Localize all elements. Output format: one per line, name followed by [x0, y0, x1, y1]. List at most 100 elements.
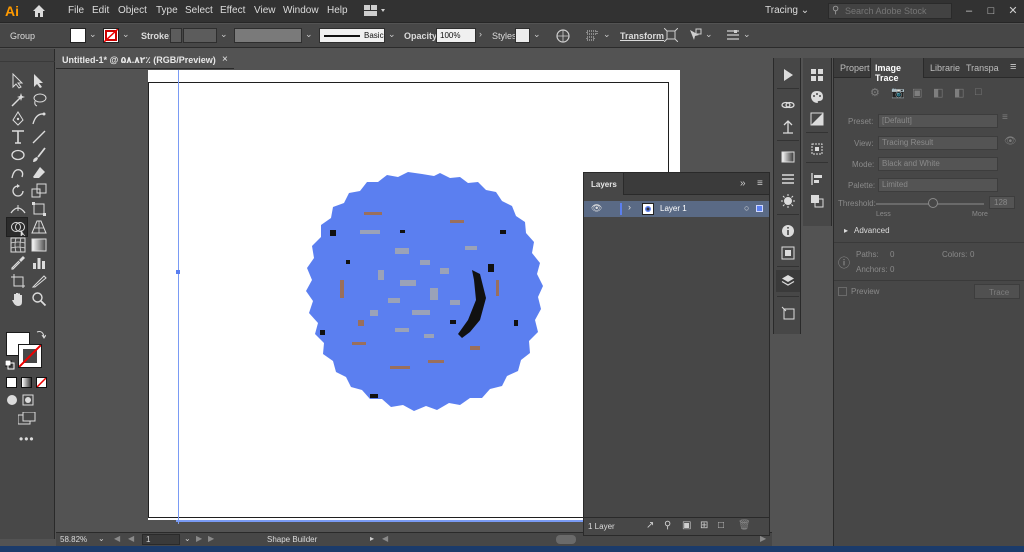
scale-tool-icon[interactable]	[31, 183, 47, 199]
shape-builder-tool-selected[interactable]	[6, 217, 28, 237]
opacity-input[interactable]: 100%	[436, 28, 476, 43]
traced-artwork[interactable]	[300, 170, 545, 415]
menu-effect[interactable]: Effect	[220, 5, 245, 16]
type-tool-icon[interactable]	[10, 129, 26, 145]
brush-definition[interactable]: Basic	[319, 28, 385, 43]
zoom-tool-icon[interactable]	[31, 291, 47, 307]
menu-type[interactable]: Type	[156, 5, 178, 16]
chevron-down-icon[interactable]: ⌄	[705, 29, 713, 40]
graphic-style-swatch[interactable]	[515, 28, 530, 43]
view-eye-icon[interactable]: 👁	[1004, 136, 1017, 147]
selection-tool-icon[interactable]	[10, 72, 26, 89]
direct-selection-tool-icon[interactable]	[31, 73, 47, 89]
recolor-artwork-icon[interactable]	[556, 29, 570, 43]
chevron-down-icon[interactable]: ⌄	[603, 29, 611, 40]
change-screen-mode-icon[interactable]	[17, 411, 36, 425]
high-color-icon[interactable]: 📷	[891, 86, 905, 99]
eraser-tool-icon[interactable]	[31, 165, 47, 181]
align-panel-icon[interactable]	[810, 172, 824, 186]
line-segment-tool-icon[interactable]	[31, 129, 47, 145]
artboard-navigation-input[interactable]: 1	[142, 534, 180, 545]
advanced-toggle[interactable]: Advanced	[854, 226, 890, 235]
view-select[interactable]: Tracing Result	[878, 136, 998, 150]
layer-name[interactable]: Layer 1	[660, 204, 687, 213]
stroke-color-swatch[interactable]	[18, 344, 42, 368]
tab-libraries[interactable]: Librarie	[930, 63, 960, 73]
close-tab-icon[interactable]: ×	[222, 54, 228, 65]
black-white-icon[interactable]: ◧	[954, 86, 964, 99]
tab-transparency[interactable]: Transpa	[966, 63, 999, 73]
layer-row[interactable]: 👁 › Layer 1 ○	[584, 201, 769, 217]
last-artboard-icon[interactable]: ▶	[208, 534, 214, 543]
chevron-down-icon[interactable]: ⌄	[98, 534, 105, 543]
stroke-weight-input[interactable]	[183, 28, 217, 43]
preset-select[interactable]: [Default]	[878, 114, 998, 128]
export-icon[interactable]: ↗	[646, 520, 654, 531]
trash-icon[interactable]: 🗑	[738, 520, 751, 531]
width-tool-icon[interactable]	[10, 201, 26, 217]
column-graph-tool-icon[interactable]	[31, 255, 47, 271]
selection-indicator[interactable]	[756, 205, 763, 212]
ellipse-tool-icon[interactable]	[10, 147, 26, 163]
panel-menu-icon[interactable]: ≡	[1010, 61, 1016, 73]
symbols-icon[interactable]	[781, 120, 795, 134]
chevron-down-icon[interactable]: ⌄	[743, 29, 751, 40]
trace-button[interactable]: Trace	[974, 284, 1020, 299]
next-artboard-icon[interactable]: ▶	[196, 534, 202, 543]
document-tab[interactable]: Untitled-1* @ ۵۸.۸۲٪ (RGB/Preview) ×	[56, 51, 234, 69]
hand-tool-icon[interactable]	[10, 291, 26, 307]
chevron-down-icon[interactable]: ⌄	[220, 29, 228, 40]
expand-layer-icon[interactable]: ›	[628, 202, 631, 212]
outline-icon[interactable]: □	[975, 86, 982, 98]
previous-artboard-icon[interactable]: ◀	[128, 534, 134, 543]
palette-select[interactable]: Limited	[878, 178, 998, 192]
menu-window[interactable]: Window	[283, 5, 319, 16]
chevron-down-icon[interactable]: ⌄	[388, 29, 396, 40]
align-icon[interactable]	[586, 29, 602, 43]
preview-checkbox[interactable]	[838, 287, 847, 296]
gradient-tool-icon[interactable]	[31, 237, 47, 253]
threshold-input[interactable]: 128	[989, 196, 1015, 209]
maximize-icon[interactable]: □	[984, 4, 998, 18]
draw-behind-icon[interactable]	[22, 394, 34, 406]
grayscale-icon[interactable]: ◧	[933, 86, 943, 99]
pen-tool-icon[interactable]	[10, 111, 26, 127]
workspace-switcher[interactable]: Tracing ⌄	[765, 5, 809, 16]
clipping-mask-icon[interactable]: ▣	[682, 520, 691, 531]
stroke-swatch[interactable]	[103, 28, 119, 43]
panel-options-icon[interactable]	[726, 28, 740, 42]
locate-object-icon[interactable]: ⚲	[664, 520, 671, 531]
artboards-panel-icon[interactable]	[781, 306, 795, 320]
search-box[interactable]: ⚲	[828, 3, 952, 19]
magic-wand-tool-icon[interactable]	[10, 92, 26, 108]
menu-select[interactable]: Select	[185, 5, 213, 16]
layers-tab[interactable]: Layers	[584, 173, 624, 195]
low-color-icon[interactable]: ▣	[912, 86, 922, 99]
transform-link[interactable]: Transform	[620, 31, 664, 41]
info-panel-icon[interactable]	[781, 224, 795, 238]
layers-dock-button-active[interactable]	[776, 270, 800, 292]
eyedropper-tool-icon[interactable]	[10, 255, 26, 271]
zoom-level[interactable]: 58.82%	[60, 535, 87, 544]
pathfinder-icon[interactable]	[810, 194, 824, 208]
search-input[interactable]	[845, 4, 949, 18]
fill-swatch[interactable]	[70, 28, 86, 43]
chevron-right-icon[interactable]: ▸	[844, 226, 848, 235]
tab-properties[interactable]: Properti	[840, 63, 872, 73]
draw-normal-icon[interactable]	[6, 394, 18, 406]
home-icon[interactable]	[32, 4, 46, 18]
chevron-right-icon[interactable]: ›	[479, 29, 482, 39]
chevron-down-icon[interactable]: ⌄	[533, 29, 541, 40]
variable-width-profile[interactable]	[234, 28, 302, 43]
perspective-grid-tool-icon[interactable]	[31, 219, 47, 235]
links-icon[interactable]	[781, 98, 795, 112]
paintbrush-tool-icon[interactable]	[31, 147, 47, 163]
free-transform-tool-icon[interactable]	[31, 201, 47, 217]
mesh-tool-icon[interactable]	[10, 237, 26, 253]
actions-play-icon[interactable]	[781, 68, 795, 82]
chevron-down-icon[interactable]: ⌄	[89, 29, 97, 40]
collapse-panel-icon[interactable]: »	[740, 178, 746, 189]
new-sublayer-icon[interactable]: ⊞	[700, 520, 708, 531]
menu-file[interactable]: File	[68, 5, 84, 16]
auto-color-icon[interactable]: ⚙	[870, 86, 880, 99]
